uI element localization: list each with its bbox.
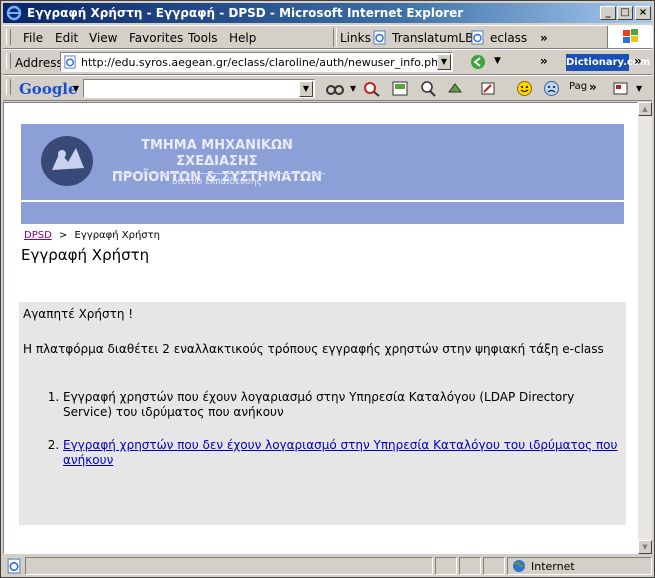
smiley-happy-icon[interactable] [516, 80, 533, 97]
title-bar[interactable]: Εγγραφή Χρήστη - Εγγραφή - DPSD - Micros… [3, 3, 652, 23]
breadcrumb: DPSD > Εγγραφή Χρήστη [24, 230, 160, 241]
page-info-icon[interactable] [419, 80, 437, 97]
header-banner: ΤΜΗΜΑ ΜΗΧΑΝΙΚΩΝ ΣΧΕΔΙΑΣΗΣ ΠΡΟΪΟΝΤΩΝ & ΣΥ… [21, 124, 624, 200]
toolbar-more-chevron[interactable]: » [540, 54, 548, 68]
windows-flag-icon [623, 29, 638, 43]
menu-bar: File Edit View Favorites Tools Help Link… [3, 25, 653, 49]
page-icon [471, 30, 484, 45]
menu-favorites[interactable]: Favorites [129, 31, 183, 45]
ie-logo-icon [6, 5, 22, 21]
chevron-down-icon[interactable]: ▼ [437, 54, 451, 70]
page-rank-label[interactable]: Pag [569, 81, 587, 92]
page-icon [64, 55, 76, 69]
news-icon[interactable] [391, 80, 409, 97]
maximize-button[interactable]: □ [617, 6, 633, 20]
menu-edit[interactable]: Edit [55, 31, 78, 45]
toolbar-grip [6, 79, 11, 95]
info-box: Αγαπητέ Χρήστη ! Η πλατφόρμα διαθέτει 2 … [19, 302, 626, 525]
link-translatumlb[interactable]: TranslatumLB [392, 31, 473, 45]
links-label: Links [340, 31, 371, 45]
up-icon[interactable] [446, 80, 464, 97]
chevron-down-icon[interactable]: ▼ [299, 81, 313, 97]
highlight-icon[interactable] [479, 80, 497, 97]
option-no-ldap-link[interactable]: Εγγραφή χρηστών που δεν έχουν λογαριασμό… [63, 438, 617, 467]
globe-icon [513, 560, 525, 572]
search-web-icon[interactable] [325, 81, 345, 97]
chevron-down-icon[interactable]: ▼ [494, 56, 501, 66]
scroll-up-arrow-icon[interactable]: ▲ [638, 102, 652, 116]
registration-options-list: Εγγραφή χρηστών που έχουν λογαριασμό στη… [19, 390, 623, 486]
address-bar: Address http://edu.syros.aegean.gr/eclas… [3, 49, 652, 75]
chevron-down-icon[interactable]: ▼ [73, 84, 79, 93]
scroll-down-arrow-icon[interactable]: ▼ [638, 540, 652, 554]
status-pane [459, 557, 481, 575]
google-toolbar: Google ▼ ▼ ▼ Pag » ▼ [3, 75, 652, 101]
menu-file[interactable]: File [23, 31, 43, 45]
breadcrumb-link-dpsd[interactable]: DPSD [24, 230, 52, 241]
status-pane [483, 557, 505, 575]
link-eclass[interactable]: eclass [490, 31, 527, 45]
banner-divider [113, 173, 325, 174]
browser-window: Εγγραφή Χρήστη - Εγγραφή - DPSD - Micros… [0, 0, 655, 578]
separator [333, 28, 337, 47]
google-logo[interactable]: Google [19, 80, 78, 98]
go-back-icon[interactable] [470, 54, 486, 70]
vertical-scrollbar[interactable]: ▲ ▼ [638, 102, 652, 554]
toolbar-more-chevron[interactable]: » [589, 80, 597, 94]
address-label: Address [15, 56, 63, 70]
menu-tools[interactable]: Tools [188, 31, 218, 45]
list-item: Εγγραφή χρηστών που δεν έχουν λογαριασμό… [63, 438, 623, 468]
window-title: Εγγραφή Χρήστη - Εγγραφή - DPSD - Micros… [27, 6, 464, 20]
header-strip [21, 202, 624, 224]
windows-logo [607, 26, 653, 48]
chevron-down-icon[interactable]: ▼ [636, 84, 642, 93]
toolbar-more-chevron[interactable]: » [634, 54, 642, 68]
toolbar-grip [6, 53, 11, 69]
search-site-icon[interactable] [363, 81, 381, 97]
minimize-button[interactable]: _ [600, 6, 616, 20]
dictionary-button[interactable]: Dictionary.com [566, 54, 650, 71]
toolbar-grip [6, 29, 11, 45]
intro-text: Η πλατφόρμα διαθέτει 2 εναλλακτικούς τρό… [23, 342, 604, 356]
banner-line-1: ΤΜΗΜΑ ΜΗΧΑΝΙΚΩΝ ΣΧΕΔΙΑΣΗΣ [141, 138, 293, 169]
status-pane [435, 557, 457, 575]
close-button[interactable]: × [635, 6, 651, 20]
smiley-sad-icon[interactable] [543, 80, 560, 97]
google-search-input[interactable]: ▼ [83, 79, 315, 98]
zone-pane: Internet [507, 557, 652, 575]
menu-view[interactable]: View [89, 31, 117, 45]
address-url: http://edu.syros.aegean.gr/eclass/clarol… [81, 56, 446, 69]
zone-label: Internet [531, 560, 575, 573]
university-logo-icon [41, 136, 93, 186]
page-title: Εγγραφή Χρήστη [21, 246, 150, 264]
address-input[interactable]: http://edu.syros.aegean.gr/eclass/clarol… [60, 52, 453, 72]
options-icon[interactable] [612, 80, 630, 97]
page-icon [7, 558, 21, 574]
page-icon [373, 30, 386, 45]
page-content: ΤΜΗΜΑ ΜΗΧΑΝΙΚΩΝ ΣΧΕΔΙΑΣΗΣ ΠΡΟΪΟΝΤΩΝ & ΣΥ… [3, 102, 638, 554]
chevron-down-icon[interactable]: ▼ [350, 84, 356, 93]
greeting-text: Αγαπητέ Χρήστη ! [23, 307, 134, 321]
links-more-chevron[interactable]: » [540, 31, 548, 45]
banner-subtitle: δίκτυο εκπαίδευσης [172, 177, 262, 187]
menu-help[interactable]: Help [229, 31, 256, 45]
status-bar: Internet [3, 556, 652, 576]
breadcrumb-separator: > [58, 230, 68, 241]
status-message [25, 557, 433, 575]
option-ldap-text: Εγγραφή χρηστών που έχουν λογαριασμό στη… [63, 390, 623, 420]
breadcrumb-current: Εγγραφή Χρήστη [74, 230, 160, 241]
